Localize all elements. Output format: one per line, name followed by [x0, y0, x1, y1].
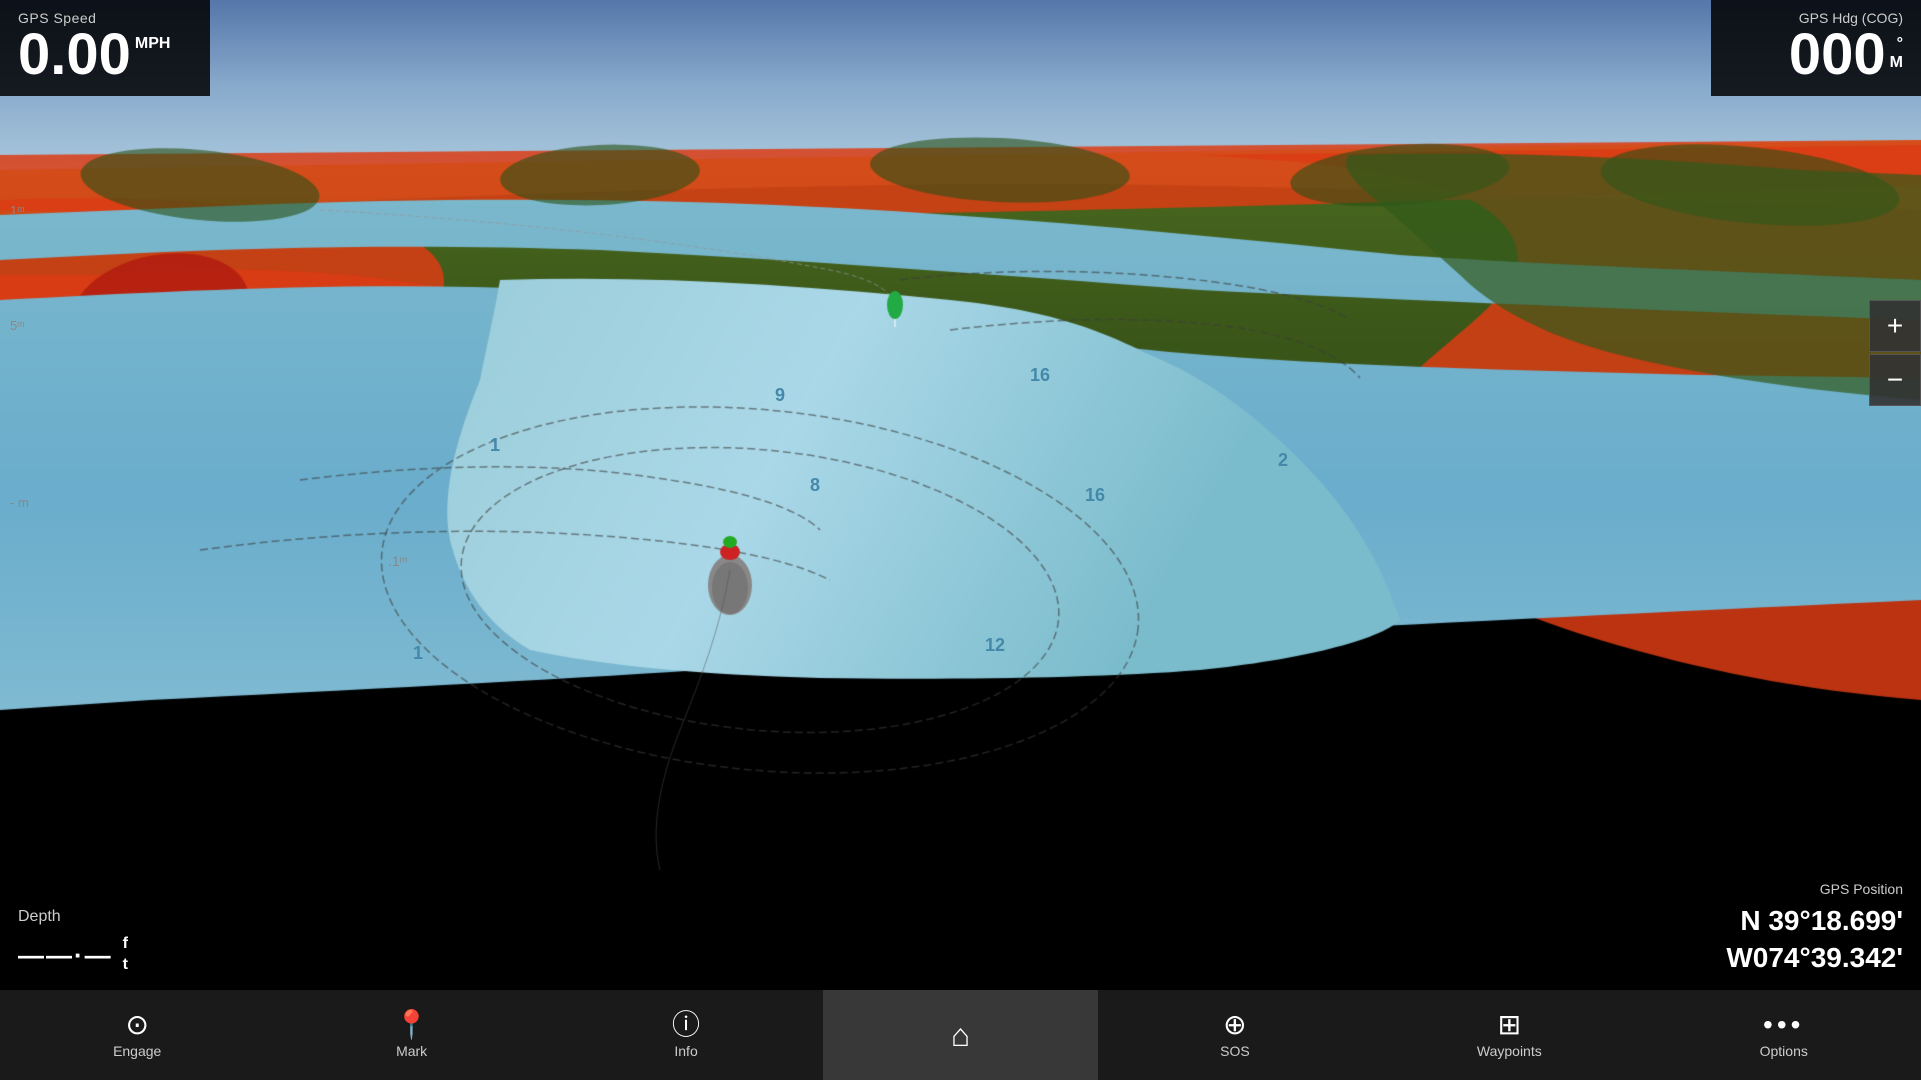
- nav-item-engage[interactable]: ⊙ Engage: [0, 990, 274, 1080]
- zoom-in-button[interactable]: +: [1869, 300, 1921, 352]
- info-icon: ⓘ: [672, 1011, 700, 1039]
- waypoints-label: Waypoints: [1477, 1043, 1542, 1059]
- options-icon: •••: [1763, 1011, 1804, 1039]
- depth-marker-12: 12: [985, 635, 1005, 656]
- nav-item-info[interactable]: ⓘ Info: [549, 990, 823, 1080]
- nav-item-mark[interactable]: 📍 Mark: [274, 990, 548, 1080]
- depth-value: ——·—: [18, 940, 113, 971]
- nav-item-waypoints[interactable]: ⊞ Waypoints: [1372, 990, 1646, 1080]
- gps-heading-value: 000 ° M: [1729, 26, 1903, 84]
- sos-label: SOS: [1220, 1043, 1250, 1059]
- gps-heading-number: 000: [1789, 26, 1886, 84]
- depth-marker-8: 8: [810, 475, 820, 496]
- gps-speed-number: 0.00: [18, 26, 131, 84]
- sos-icon: ⊕: [1223, 1011, 1246, 1039]
- depth-marker-16b: 16: [1085, 485, 1105, 506]
- zoom-controls: + −: [1869, 300, 1921, 406]
- engage-label: Engage: [113, 1043, 161, 1059]
- info-label: Info: [674, 1043, 697, 1059]
- nav-item-options[interactable]: ••• Options: [1647, 990, 1921, 1080]
- depth-marker-2: 2: [1278, 450, 1288, 471]
- home-icon: ⌂: [951, 1019, 970, 1051]
- scale-1m: 1ᵐ: [10, 203, 25, 218]
- depth-value-row: ——·— ft: [18, 934, 186, 976]
- depth-marker-1b: 1: [413, 643, 423, 664]
- depth-overlay: Depth ——·— ft: [0, 894, 210, 990]
- terrain-canvas: [0, 0, 1921, 990]
- zoom-out-button[interactable]: −: [1869, 354, 1921, 406]
- gps-position-lon: W074°39.342': [1685, 940, 1903, 976]
- gps-heading-unit: ° M: [1890, 34, 1903, 72]
- nav-item-home[interactable]: ⌂: [823, 990, 1097, 1080]
- gps-speed-overlay: GPS Speed 0.00 MPH: [0, 0, 210, 96]
- mark-icon: 📍: [394, 1011, 429, 1039]
- scale-point1m: .1ᵐ: [388, 553, 408, 569]
- scale-5m: 5ᵐ: [10, 318, 25, 333]
- gps-position-label: GPS Position: [1685, 881, 1903, 897]
- depth-label: Depth: [18, 908, 186, 926]
- depth-marker-1a: 1: [490, 435, 500, 456]
- scale-m: - m: [10, 495, 29, 510]
- map-container[interactable]: 9 16 8 16 12 1 1 2 1ᵐ 5ᵐ - m .1ᵐ: [0, 0, 1921, 990]
- waypoints-icon: ⊞: [1498, 1011, 1521, 1039]
- gps-position-lat: N 39°18.699': [1685, 903, 1903, 939]
- options-label: Options: [1760, 1043, 1808, 1059]
- gps-speed-value: 0.00 MPH: [18, 26, 192, 84]
- nav-item-sos[interactable]: ⊕ SOS: [1098, 990, 1372, 1080]
- engage-icon: ⊙: [125, 1011, 148, 1039]
- gps-position-overlay: GPS Position N 39°18.699' W074°39.342': [1661, 867, 1921, 990]
- bottom-nav-bar: ⊙ Engage 📍 Mark ⓘ Info ⌂ ⊕ SOS ⊞ Waypoin…: [0, 990, 1921, 1080]
- depth-unit: ft: [123, 934, 128, 976]
- gps-heading-overlay: GPS Hdg (COG) 000 ° M: [1711, 0, 1921, 96]
- mark-label: Mark: [396, 1043, 427, 1059]
- depth-marker-16a: 16: [1030, 365, 1050, 386]
- depth-marker-9: 9: [775, 385, 785, 406]
- gps-speed-unit: MPH: [135, 34, 171, 53]
